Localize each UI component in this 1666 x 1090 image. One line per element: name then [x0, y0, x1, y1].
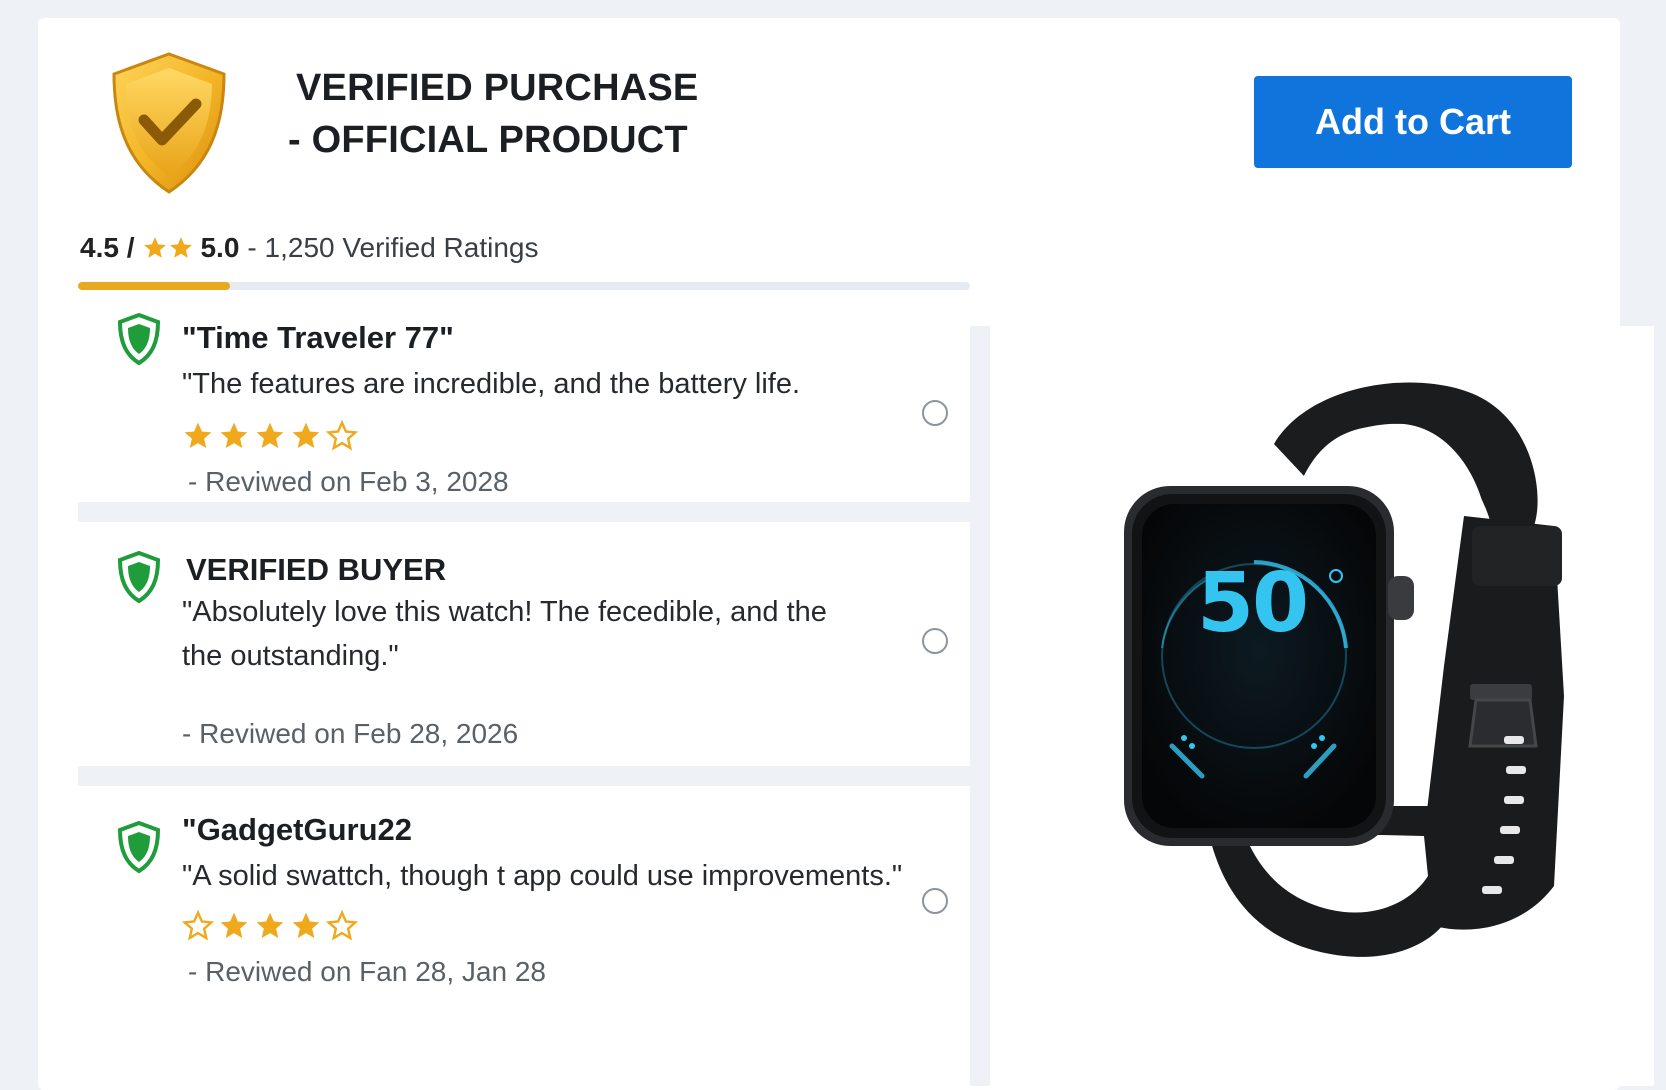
review-date: - Reviwed on Feb 28, 2026 [182, 718, 519, 749]
star-filled-icon [292, 422, 320, 448]
smartwatch-image [1124, 382, 1564, 957]
watch-display-value: 50 [1196, 556, 1309, 651]
rating-progress-bar [78, 282, 970, 290]
review-text: "The features are incredible, and the ba… [182, 368, 801, 400]
product-card: VERIFIED PURCHASE - OFFICIAL PRODUCT Add… [38, 18, 1654, 1090]
star-filled-icon [256, 912, 284, 938]
star-filled-icon [220, 422, 248, 448]
rating-score: 4.5 / [80, 232, 135, 263]
review-select-radio[interactable] [922, 400, 948, 426]
panel-divider [970, 326, 990, 1086]
rating-summary: 4.5 / 5.0 - 1,250 Verified Ratings [80, 230, 538, 266]
star-filled-icon [256, 422, 284, 448]
review-card: VERIFIED BUYER "Absolutely love this wat… [78, 522, 970, 766]
rating-max: 5.0 [200, 232, 240, 263]
star-filled-icon [220, 912, 248, 938]
review-date: - Reviwed on Feb 3, 2028 [188, 466, 509, 497]
review-stars [182, 910, 358, 942]
rating-count: - 1,250 Verified Ratings [247, 232, 539, 263]
title-line-2: - OFFICIAL PRODUCT [288, 119, 688, 161]
rating-progress-fill [78, 282, 230, 290]
review-text: "Absolutely love this watch! The fecedib… [182, 596, 827, 672]
star-filled-icon [292, 912, 320, 938]
star-outline-icon [326, 420, 358, 451]
star-outline-icon [326, 910, 358, 941]
shield-check-icon [112, 52, 226, 194]
review-divider [78, 502, 970, 522]
star-filled-icon [184, 422, 212, 448]
review-date: - Reviwed on Fan 28, Jan 28 [188, 956, 546, 987]
star-icon [170, 237, 193, 258]
product-image-area: 50 [994, 326, 1654, 1086]
review-card: "GadgetGuru22 "A solid swattch, though t… [78, 786, 970, 1008]
star-icon [144, 237, 167, 258]
review-divider [78, 766, 970, 786]
review-stars [182, 420, 358, 452]
verified-shield-icon [117, 550, 161, 604]
reviewer-name: "Time Traveler 77" [182, 320, 454, 355]
review-select-radio[interactable] [922, 888, 948, 914]
review-text: "A solid swattch, though t app could use… [182, 860, 903, 892]
reviewer-name: "GadgetGuru22 [182, 812, 413, 847]
page-title: VERIFIED PURCHASE - OFFICIAL PRODUCT [288, 62, 788, 166]
review-select-radio[interactable] [922, 628, 948, 654]
verified-shield-icon [117, 820, 161, 874]
star-outline-icon [182, 910, 214, 941]
rating-stars [142, 235, 194, 261]
add-to-cart-button[interactable]: Add to Cart [1254, 76, 1572, 168]
review-card: "Time Traveler 77" "The features are inc… [78, 292, 970, 502]
title-line-1: VERIFIED PURCHASE [296, 67, 699, 109]
reviewer-name: VERIFIED BUYER [186, 552, 447, 587]
verified-shield-icon [117, 312, 161, 366]
